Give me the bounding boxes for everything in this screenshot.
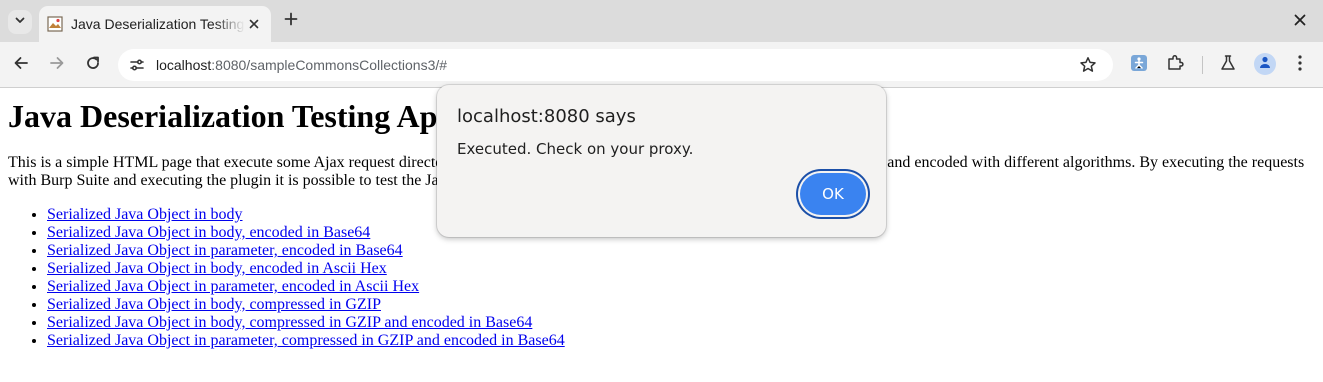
tab-strip: Java Deserialization Testing Application bbox=[0, 0, 1323, 42]
tab-search-button[interactable] bbox=[8, 10, 32, 34]
active-tab[interactable]: Java Deserialization Testing Application bbox=[39, 6, 271, 42]
avatar-icon bbox=[1258, 55, 1272, 74]
link-parameter-ascii-hex[interactable]: Serialized Java Object in parameter, enc… bbox=[47, 278, 419, 295]
plus-icon bbox=[284, 12, 298, 31]
extension-button[interactable] bbox=[1128, 54, 1150, 76]
link-parameter-base64[interactable]: Serialized Java Object in parameter, enc… bbox=[47, 242, 403, 259]
list-item: Serialized Java Object in parameter, com… bbox=[47, 332, 565, 350]
list-item: Serialized Java Object in body, compress… bbox=[47, 296, 565, 314]
ok-button[interactable]: OK bbox=[800, 173, 866, 215]
link-body-gzip[interactable]: Serialized Java Object in body, compress… bbox=[47, 296, 381, 313]
reload-button[interactable] bbox=[81, 53, 105, 77]
profile-button[interactable] bbox=[1254, 53, 1276, 75]
forward-button[interactable] bbox=[45, 53, 69, 77]
url-host: localhost bbox=[156, 57, 212, 73]
link-body[interactable]: Serialized Java Object in body bbox=[47, 206, 243, 223]
close-icon[interactable] bbox=[245, 15, 263, 33]
address-bar[interactable]: localhost:8080/sampleCommonsCollections3… bbox=[118, 49, 1113, 81]
list-item: Serialized Java Object in body, compress… bbox=[47, 314, 565, 332]
flask-icon bbox=[1219, 54, 1237, 77]
link-parameter-gzip-base64[interactable]: Serialized Java Object in parameter, com… bbox=[47, 332, 565, 349]
back-button[interactable] bbox=[9, 53, 33, 77]
close-icon bbox=[1294, 13, 1306, 31]
puzzle-accessibility-icon bbox=[1130, 54, 1148, 77]
page-title: Java Deserialization Testing Ap bbox=[8, 98, 438, 134]
url-path: :8080/sampleCommonsCollections3/# bbox=[211, 57, 448, 73]
puzzle-icon bbox=[1166, 54, 1184, 77]
new-tab-button[interactable] bbox=[280, 10, 302, 32]
list-item: Serialized Java Object in parameter, enc… bbox=[47, 242, 565, 260]
link-body-gzip-base64[interactable]: Serialized Java Object in body, compress… bbox=[47, 314, 532, 331]
link-body-base64[interactable]: Serialized Java Object in body, encoded … bbox=[47, 224, 370, 241]
reload-icon bbox=[85, 55, 101, 76]
window-close-button[interactable] bbox=[1289, 11, 1311, 33]
kebab-menu-icon bbox=[1298, 54, 1302, 76]
alert-dialog: localhost:8080 says Executed. Check on y… bbox=[437, 85, 886, 237]
labs-button[interactable] bbox=[1217, 54, 1239, 76]
arrow-left-icon bbox=[13, 55, 29, 76]
tune-icon[interactable] bbox=[128, 56, 146, 74]
url-text: localhost:8080/sampleCommonsCollections3… bbox=[156, 57, 447, 73]
tab-title: Java Deserialization Testing Application bbox=[71, 16, 245, 32]
arrow-right-icon bbox=[49, 55, 65, 76]
list-item: Serialized Java Object in parameter, enc… bbox=[47, 278, 565, 296]
star-icon[interactable] bbox=[1078, 55, 1098, 75]
chevron-down-icon bbox=[14, 13, 26, 31]
dialog-message: Executed. Check on your proxy. bbox=[457, 140, 694, 158]
toolbar-divider bbox=[1202, 56, 1203, 74]
menu-button[interactable] bbox=[1289, 54, 1311, 76]
extensions-button[interactable] bbox=[1164, 54, 1186, 76]
browser-toolbar: localhost:8080/sampleCommonsCollections3… bbox=[0, 42, 1323, 88]
link-body-ascii-hex[interactable]: Serialized Java Object in body, encoded … bbox=[47, 260, 387, 277]
dialog-title: localhost:8080 says bbox=[457, 106, 636, 127]
list-item: Serialized Java Object in body, encoded … bbox=[47, 260, 565, 278]
image-favicon-icon bbox=[47, 16, 63, 32]
